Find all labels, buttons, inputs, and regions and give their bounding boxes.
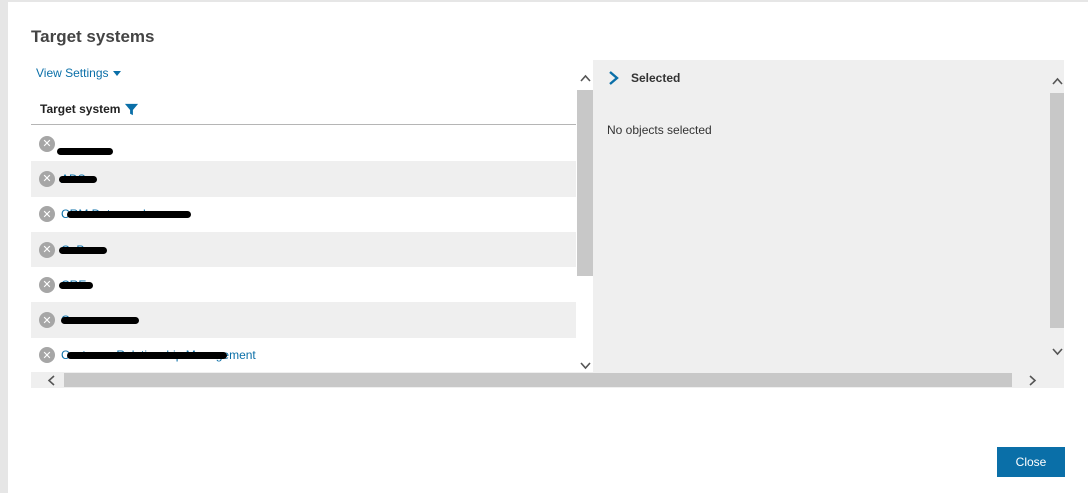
list-item: ✕: [31, 126, 576, 161]
scroll-right-icon[interactable]: [1025, 372, 1041, 388]
target-system-link[interactable]: C: [61, 313, 139, 327]
view-settings-dropdown[interactable]: View Settings: [36, 66, 121, 80]
target-systems-dialog: Target systems View Settings Target syst…: [8, 2, 1088, 493]
list-item: ✕ CoPa: [31, 231, 576, 268]
list-item: ✕ CRE: [31, 267, 576, 302]
list-item: ✕ Customer Relationship Management: [31, 338, 576, 373]
column-header: Target system: [31, 94, 576, 125]
redaction-mark: [59, 175, 97, 183]
close-button[interactable]: Close: [997, 447, 1065, 477]
redaction-mark: [57, 147, 113, 155]
remove-icon[interactable]: ✕: [39, 206, 55, 223]
selected-header[interactable]: Selected: [607, 70, 680, 86]
remove-icon[interactable]: ✕: [39, 347, 55, 364]
dialog-title: Target systems: [31, 27, 155, 46]
list-item: ✕ CRM Datawarehouse: [31, 197, 576, 232]
scrollbar-thumb[interactable]: [1050, 93, 1064, 328]
target-system-link[interactable]: CoPa: [59, 243, 107, 257]
scroll-down-icon[interactable]: [1049, 344, 1065, 360]
list-item: ✕ ADS: [31, 161, 576, 197]
column-header-label: Target system: [40, 102, 121, 116]
target-system-link[interactable]: ADS: [59, 172, 97, 186]
remove-icon[interactable]: ✕: [39, 170, 55, 187]
chevron-right-icon[interactable]: [607, 70, 621, 86]
list-vertical-scrollbar[interactable]: [577, 60, 593, 374]
selected-label: Selected: [631, 71, 681, 85]
redaction-mark: [59, 281, 93, 289]
remove-icon[interactable]: ✕: [39, 276, 55, 293]
list-item: ✕ C: [31, 302, 576, 338]
redaction-mark: [67, 211, 191, 219]
horizontal-scrollbar[interactable]: [31, 372, 1064, 388]
redaction-mark: [59, 246, 107, 254]
target-system-link[interactable]: CRE: [59, 278, 93, 292]
redaction-mark: [67, 352, 227, 360]
scroll-up-icon[interactable]: [577, 70, 593, 86]
remove-icon[interactable]: ✕: [39, 241, 55, 258]
target-system-link[interactable]: CRM Datawarehouse: [61, 207, 191, 221]
scroll-left-icon[interactable]: [43, 372, 59, 388]
redaction-mark: [61, 317, 139, 325]
scrollbar-thumb[interactable]: [64, 373, 1012, 387]
scrollbar-thumb[interactable]: [577, 90, 593, 276]
selected-panel: Selected No objects selected: [593, 60, 1064, 388]
target-system-list: ✕ ✕ ADS ✕ CRM Datawarehouse ✕ CoPa: [31, 126, 576, 373]
view-settings-label: View Settings: [36, 66, 109, 80]
remove-icon[interactable]: ✕: [39, 312, 55, 329]
empty-state-text: No objects selected: [607, 123, 712, 137]
filter-icon[interactable]: [124, 102, 139, 117]
caret-down-icon: [112, 71, 121, 76]
remove-icon[interactable]: ✕: [39, 135, 55, 152]
target-system-link[interactable]: Customer Relationship Management: [61, 348, 256, 362]
scroll-up-icon[interactable]: [1049, 73, 1065, 89]
